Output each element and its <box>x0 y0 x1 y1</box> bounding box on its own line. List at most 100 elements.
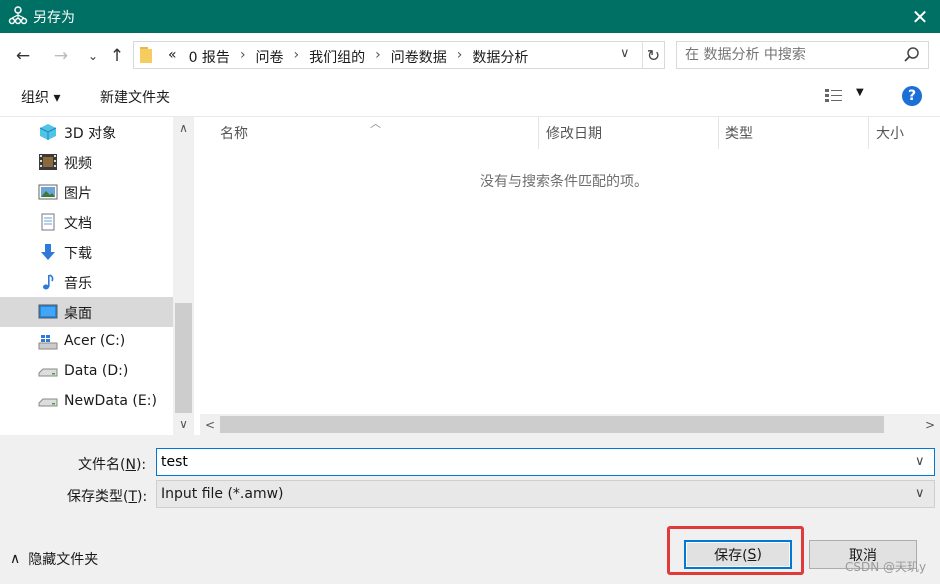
search-box[interactable] <box>676 41 929 69</box>
nav-item-videos[interactable]: 视频 <box>0 147 173 177</box>
nav-item-label: 图片 <box>64 186 92 202</box>
nav-item-drive-c[interactable]: Acer (C:) <box>0 327 173 357</box>
nav-item-label: Data (D:) <box>64 363 129 379</box>
scroll-right-icon[interactable]: > <box>920 414 940 435</box>
hide-folders-toggle[interactable]: ∧ 隐藏文件夹 <box>10 549 98 569</box>
sort-up-icon: ︿ <box>370 117 381 130</box>
nav-item-label: 文档 <box>64 216 92 232</box>
breadcrumb-item[interactable]: 我们组的 <box>303 47 371 67</box>
nav-item-pictures[interactable]: 图片 <box>0 177 173 207</box>
breadcrumb-item[interactable]: 0 报告 <box>183 47 236 67</box>
nav-item-label: NewData (E:) <box>64 393 157 409</box>
navigation-pane: 3D 对象 视频 图片 文档 下载 音乐 桌面 Acer (C:) Data (… <box>0 117 194 435</box>
pictures-icon <box>38 184 58 200</box>
navigation-scrollbar[interactable]: ∧ ∨ <box>173 117 194 435</box>
column-header-size[interactable]: 大小 <box>876 117 904 149</box>
drive-icon <box>38 398 58 407</box>
column-divider[interactable] <box>868 117 869 149</box>
scroll-left-icon[interactable]: < <box>200 414 220 435</box>
chevron-down-icon: ⌄ <box>87 49 99 63</box>
breadcrumb-separator[interactable]: › <box>371 47 385 67</box>
nav-item-drive-d[interactable]: Data (D:) <box>0 357 173 387</box>
chevron-down-icon: ∨ <box>915 486 925 501</box>
scroll-up-icon[interactable]: ∧ <box>173 117 194 139</box>
nav-item-label: 视频 <box>64 156 92 172</box>
3d-objects-icon <box>39 124 57 140</box>
nav-item-label: 3D 对象 <box>64 126 117 142</box>
column-header-name[interactable]: 名称 <box>220 117 248 149</box>
save-button[interactable]: 保存(S) <box>684 540 792 569</box>
breadcrumb-separator[interactable]: › <box>453 47 467 67</box>
new-folder-button[interactable]: 新建文件夹 <box>100 87 170 107</box>
column-header-modified[interactable]: 修改日期 <box>546 117 602 149</box>
app-icon <box>8 6 28 25</box>
breadcrumb-separator[interactable]: › <box>236 47 250 67</box>
breadcrumb-separator[interactable]: › <box>290 47 304 67</box>
nav-item-label: 下载 <box>64 246 92 262</box>
close-button[interactable]: ✕ <box>900 0 940 33</box>
nav-item-label: 音乐 <box>64 276 92 292</box>
nav-item-label: 桌面 <box>64 306 92 322</box>
breadcrumb-item[interactable]: 问卷数据 <box>385 47 453 67</box>
scrollbar-thumb[interactable] <box>175 303 192 413</box>
forward-button[interactable]: → <box>50 45 72 67</box>
forward-arrow-icon: → <box>53 46 69 66</box>
breadcrumb: « 0 报告 › 问卷 › 我们组的 › 问卷数据 › 数据分析 <box>162 47 534 67</box>
nav-item-music[interactable]: 音乐 <box>0 267 173 297</box>
folder-icon <box>140 47 152 63</box>
help-button[interactable]: ? <box>902 86 922 106</box>
scroll-down-icon[interactable]: ∨ <box>173 413 194 435</box>
search-input[interactable] <box>685 46 895 64</box>
window-title: 另存为 <box>33 10 75 26</box>
nav-item-drive-e[interactable]: NewData (E:) <box>0 387 173 417</box>
chevron-up-icon: ∧ <box>10 551 21 567</box>
documents-icon <box>41 213 55 231</box>
view-options-icon[interactable] <box>824 87 844 105</box>
up-button[interactable]: ↑ <box>106 45 128 67</box>
column-divider[interactable] <box>718 117 719 149</box>
video-icon <box>39 154 57 170</box>
breadcrumb-item[interactable]: 问卷 <box>250 47 290 67</box>
recent-locations-button[interactable]: ⌄ <box>82 45 104 67</box>
search-icon <box>904 47 919 62</box>
hide-folders-label: 隐藏文件夹 <box>28 552 99 568</box>
back-button[interactable]: ← <box>12 45 34 67</box>
breadcrumb-item[interactable]: 数据分析 <box>466 47 534 67</box>
back-arrow-icon: ← <box>15 46 31 66</box>
watermark: CSDN @天玑y <box>845 560 927 574</box>
refresh-icon: ↻ <box>646 45 661 65</box>
nav-item-documents[interactable]: 文档 <box>0 207 173 237</box>
column-header-type[interactable]: 类型 <box>725 117 753 149</box>
windows-drive-icon <box>38 335 58 350</box>
filename-combo[interactable]: ∨ <box>156 448 935 476</box>
filetype-label: 保存类型(T): <box>67 489 148 505</box>
view-dropdown-icon[interactable]: ▼ <box>856 87 864 98</box>
horizontal-scrollbar[interactable]: < > <box>200 414 940 435</box>
desktop-icon <box>38 304 58 319</box>
close-icon: ✕ <box>911 4 929 29</box>
chevron-down-icon[interactable]: ∨ <box>915 454 925 469</box>
drive-icon <box>38 368 58 377</box>
organize-menu[interactable]: 组织 ▾ <box>21 87 60 107</box>
nav-item-downloads[interactable]: 下载 <box>0 237 173 267</box>
file-list: ︿ 名称 修改日期 类型 大小 没有与搜索条件匹配的项。 <box>194 117 940 435</box>
address-dropdown-icon[interactable]: ∨ <box>620 46 630 61</box>
nav-item-desktop[interactable]: 桌面 <box>0 297 173 327</box>
scrollbar-thumb[interactable] <box>220 416 884 433</box>
breadcrumb-overflow[interactable]: « <box>162 47 183 67</box>
up-arrow-icon: ↑ <box>109 46 125 66</box>
refresh-button[interactable]: ↻ <box>642 42 664 68</box>
filetype-value: Input file (*.amw) <box>161 486 284 502</box>
address-bar[interactable]: « 0 报告 › 问卷 › 我们组的 › 问卷数据 › 数据分析 ∨ ↻ <box>133 41 665 69</box>
nav-item-label: Acer (C:) <box>64 333 126 349</box>
filename-label: 文件名(N): <box>78 457 147 473</box>
empty-message: 没有与搜索条件匹配的项。 <box>480 174 648 190</box>
column-divider[interactable] <box>538 117 539 149</box>
filetype-select[interactable]: Input file (*.amw) ∨ <box>156 480 935 508</box>
nav-item-3d-objects[interactable]: 3D 对象 <box>0 117 173 147</box>
command-bar: 组织 ▾ 新建文件夹 ▼ ? <box>0 77 940 117</box>
music-icon <box>43 274 54 290</box>
filename-input[interactable] <box>161 453 901 471</box>
title-bar: 另存为 ✕ <box>0 0 940 33</box>
download-icon <box>41 244 55 260</box>
